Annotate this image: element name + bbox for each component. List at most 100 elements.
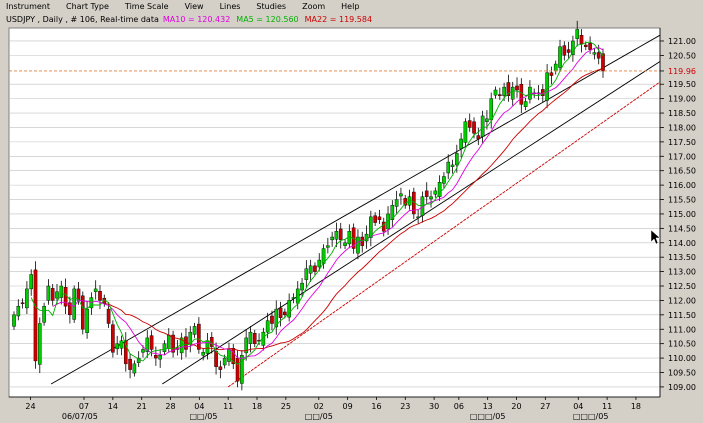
y-tick-label: 118.50 [668,109,696,118]
candle-body [37,323,42,365]
candle-body [132,363,137,374]
candle-body [20,302,25,304]
x-tick-label: 02 [314,402,324,411]
candle-body [162,343,167,352]
symbol-info-label: USDJPY , Daily , # 106, Real-time data [6,15,159,24]
candle-body [429,196,433,200]
candle-body [493,89,498,96]
x-tick-label: 24 [25,402,35,411]
candle-body [222,357,227,366]
candle-body [485,118,489,122]
candle-body [98,291,102,301]
y-axis: 121.00 120.50 119.96 119.50 119.00 118.50 118.… [659,28,696,397]
candle-body [46,285,51,301]
candle-body [85,308,89,333]
candle-body [158,354,162,360]
candle-body [115,343,119,350]
candle-body [227,349,231,362]
candle-body [455,153,459,166]
candle-body [317,259,322,268]
candle-body [12,314,16,327]
y-tick-label: 111.00 [668,325,696,334]
candle-body [166,334,171,349]
candle-body [192,326,197,335]
ma5-label: MA5 = 120.560 [236,15,298,24]
x-tick-label: 14 [108,402,118,411]
y-tick-label: 116.50 [668,167,696,176]
candle-body [154,354,158,359]
menu-time-scale[interactable]: Time Scale [125,2,169,11]
candle-body [197,323,201,350]
candle-body [326,245,330,248]
x-tick-label: 23 [400,402,410,411]
menu-studies[interactable]: Studies [256,2,286,11]
menu-instrument[interactable]: Instrument [6,2,50,11]
menu-lines[interactable]: Lines [220,2,241,11]
plot-background [8,27,661,398]
y-tick-label: 119.50 [668,80,696,89]
candle-body [472,121,476,134]
candle-body [55,291,59,299]
candlestick-chart[interactable]: 121.00 120.50 119.96 119.50 119.00 118.50 118.… [0,12,703,423]
x-tick-label: 18 [631,402,641,411]
y-tick-label: 115.50 [668,196,696,205]
candle-body [519,84,524,105]
candle-body [588,43,592,50]
y-tick-label: 110.00 [668,354,696,363]
candle-body [592,52,597,55]
candle-body [106,308,111,324]
candle-body [128,359,132,370]
menu-zoom[interactable]: Zoom [302,2,325,11]
x-axis: 24 07 14 21 28 04 11 18 25 02 09 16 23 30 06 13 20 27 04 11… [9,396,660,421]
candle-body [300,282,304,291]
candle-body [442,176,446,184]
x-tick-label: 21 [137,402,147,411]
candle-body [214,350,218,367]
y-tick-label: 109.00 [668,383,696,392]
menu-view[interactable]: View [185,2,204,11]
candle-body [308,265,313,274]
y-tick-label: 121.00 [668,37,696,46]
candle-body [93,288,98,292]
y-tick-label: 117.50 [668,138,696,147]
menu-chart-type[interactable]: Chart Type [66,2,109,11]
x-tick-label: 04 [573,402,583,411]
chart-header: USDJPY , Daily , # 106, Real-time data M… [6,15,372,24]
candle-body [566,49,571,53]
y-tick-label: 112.50 [668,282,696,291]
x-tick-label: 11 [223,402,233,411]
month-label: □□□/05 [470,412,506,421]
candle-body [33,269,38,362]
candle-body [334,231,339,240]
x-tick-label: 25 [281,402,291,411]
y-tick-label: 113.00 [668,268,696,277]
candle-body [240,354,244,384]
candle-body [338,228,343,241]
current-price-label: 119.96 [668,67,696,76]
candle-body [149,335,154,350]
x-tick-label: 13 [483,402,493,411]
candle-body [433,190,438,195]
candle-body [489,98,494,121]
menu-help[interactable]: Help [341,2,359,11]
x-tick-label: 07 [79,402,89,411]
candle-body [283,311,287,316]
month-label: □□□/05 [573,412,609,421]
candle-body [480,115,485,137]
candle-body [218,366,223,370]
candle-body [29,274,33,290]
month-label: □□/05 [189,412,217,421]
candle-body [25,288,29,309]
candle-body [399,193,403,197]
chart-area[interactable]: 121.00 120.50 119.96 119.50 119.00 118.50 118.… [0,12,703,423]
candle-body [601,53,605,72]
candle-body [459,138,463,149]
y-tick-label: 115.00 [668,210,696,219]
candle-body [330,236,334,241]
candle-body [424,190,429,197]
ma22-label: MA22 = 119.584 [305,15,372,24]
candle-body [42,305,46,323]
candle-body [498,94,502,96]
y-tick-label: 114.00 [668,239,696,248]
x-tick-label: 16 [371,402,381,411]
